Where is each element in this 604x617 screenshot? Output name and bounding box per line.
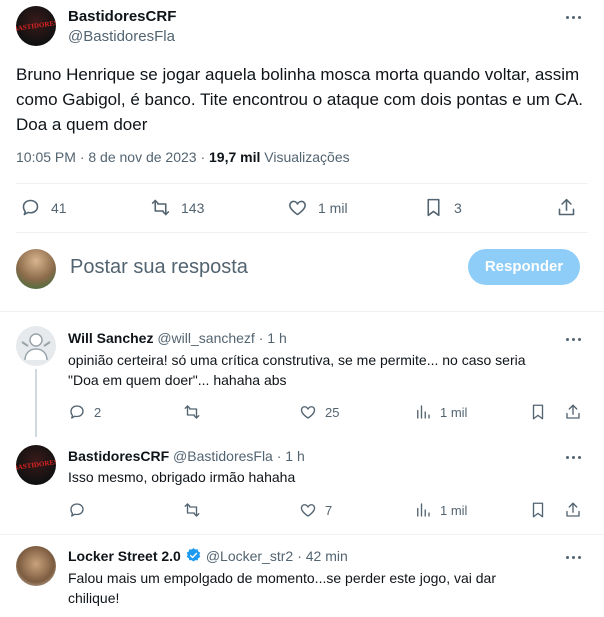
like-button[interactable]: 1 mil (287, 197, 348, 218)
reply-text-line: Isso mesmo, obrigado irmão hahaha (68, 469, 296, 485)
reply-count: 2 (94, 404, 102, 420)
reply-display-name[interactable]: BastidoresCRF (68, 448, 169, 464)
reply-avatar[interactable] (16, 546, 56, 586)
bookmark-button[interactable] (529, 403, 547, 421)
like-button[interactable]: 7 (299, 501, 332, 519)
reply-time[interactable]: · 42 min (297, 548, 348, 564)
more-options-icon[interactable] (562, 8, 584, 26)
avatar-logo-text: BASTIDORES (16, 457, 56, 473)
views-button[interactable]: 1 mil (414, 501, 467, 519)
reply-button[interactable]: 41 (20, 197, 67, 218)
retweet-count: 143 (181, 199, 205, 216)
reply-text-line: Falou mais um empolgado de momento...se … (68, 570, 497, 586)
reply-button[interactable] (68, 501, 86, 519)
retweet-button[interactable]: 143 (150, 197, 204, 218)
retweet-icon (184, 405, 200, 419)
share-icon (566, 404, 580, 419)
reply-button[interactable]: 2 (68, 403, 101, 421)
reply-handle[interactable]: @Locker_str2 (206, 548, 293, 564)
reply-text-line: "Doa em quem doer"... hahaha abs (68, 372, 287, 388)
reply-header: Locker Street 2.0 @Locker_str2 · 42 min (68, 547, 348, 564)
bookmark-count: 3 (454, 199, 462, 216)
bookmark-button[interactable]: 3 (423, 197, 462, 218)
current-user-avatar[interactable] (16, 249, 56, 289)
retweet-button[interactable] (183, 501, 201, 519)
retweet-icon (184, 503, 200, 517)
analytics-icon (417, 405, 430, 419)
heart-icon (300, 504, 316, 517)
reply-handle[interactable]: @BastidoresFla (173, 448, 273, 464)
heart-icon (289, 200, 306, 216)
reply-count: 41 (51, 199, 67, 216)
heart-icon (300, 406, 316, 419)
reply-input[interactable]: Postar sua resposta (70, 256, 248, 279)
reply-icon (70, 405, 84, 419)
like-count: 1 mil (318, 199, 348, 216)
bookmark-icon (532, 502, 544, 518)
like-count: 7 (325, 502, 333, 518)
reply-header: BastidoresCRF @BastidoresFla · 1 h (68, 448, 305, 464)
reply-text-line: opinião certeira! só uma crítica constru… (68, 352, 526, 368)
retweet-icon (151, 199, 170, 216)
bookmark-icon (532, 404, 544, 420)
share-button[interactable] (556, 197, 577, 218)
thread-line (35, 369, 37, 437)
views-count: 19,7 mil (209, 149, 261, 165)
avatar-logo-text: BASTIDORES (16, 18, 56, 34)
bookmark-icon (427, 198, 440, 217)
more-options-icon[interactable] (562, 330, 584, 348)
tweet-text: Bruno Henrique se jogar aquela bolinha m… (16, 65, 584, 134)
analytics-icon (417, 503, 430, 517)
views-count: 1 mil (440, 404, 468, 420)
more-options-icon[interactable] (562, 448, 584, 466)
reply-submit-button[interactable]: Responder (468, 249, 580, 285)
views-label: Visualizações (264, 149, 350, 165)
tweet-meta: 10:05 PM · 8 de nov de 2023 · 19,7 mil V… (16, 149, 350, 165)
reply-time[interactable]: · 1 h (259, 330, 287, 346)
reply-icon (22, 199, 39, 216)
share-icon (558, 198, 575, 216)
like-count: 25 (325, 404, 340, 420)
author-avatar[interactable]: BASTIDORES (16, 6, 56, 46)
tweet-timestamp[interactable]: 10:05 PM · 8 de nov de 2023 · (16, 149, 205, 165)
reply-handle[interactable]: @will_sanchezf (157, 330, 254, 346)
verified-badge-icon (186, 548, 201, 562)
author-display-name[interactable]: BastidoresCRF (68, 8, 176, 25)
reply-avatar[interactable]: BASTIDORES (16, 445, 56, 485)
reply-text-line: chilique! (68, 590, 120, 606)
reply-header: Will Sanchez @will_sanchezf · 1 h (68, 330, 287, 346)
bookmark-button[interactable] (529, 501, 547, 519)
reply-time[interactable]: · 1 h (277, 448, 305, 464)
share-icon (566, 502, 580, 517)
like-button[interactable]: 25 (299, 403, 339, 421)
reply-display-name[interactable]: Locker Street 2.0 (68, 548, 181, 564)
reply-icon (70, 503, 84, 517)
more-options-icon[interactable] (562, 548, 584, 566)
robot-avatar-icon (21, 333, 51, 361)
reply-avatar[interactable] (16, 326, 56, 366)
share-button[interactable] (564, 403, 582, 421)
retweet-button[interactable] (183, 403, 201, 421)
share-button[interactable] (564, 501, 582, 519)
views-count: 1 mil (440, 502, 468, 518)
author-handle[interactable]: @BastidoresFla (68, 28, 175, 45)
reply-display-name[interactable]: Will Sanchez (68, 330, 153, 346)
views-button[interactable]: 1 mil (414, 403, 467, 421)
